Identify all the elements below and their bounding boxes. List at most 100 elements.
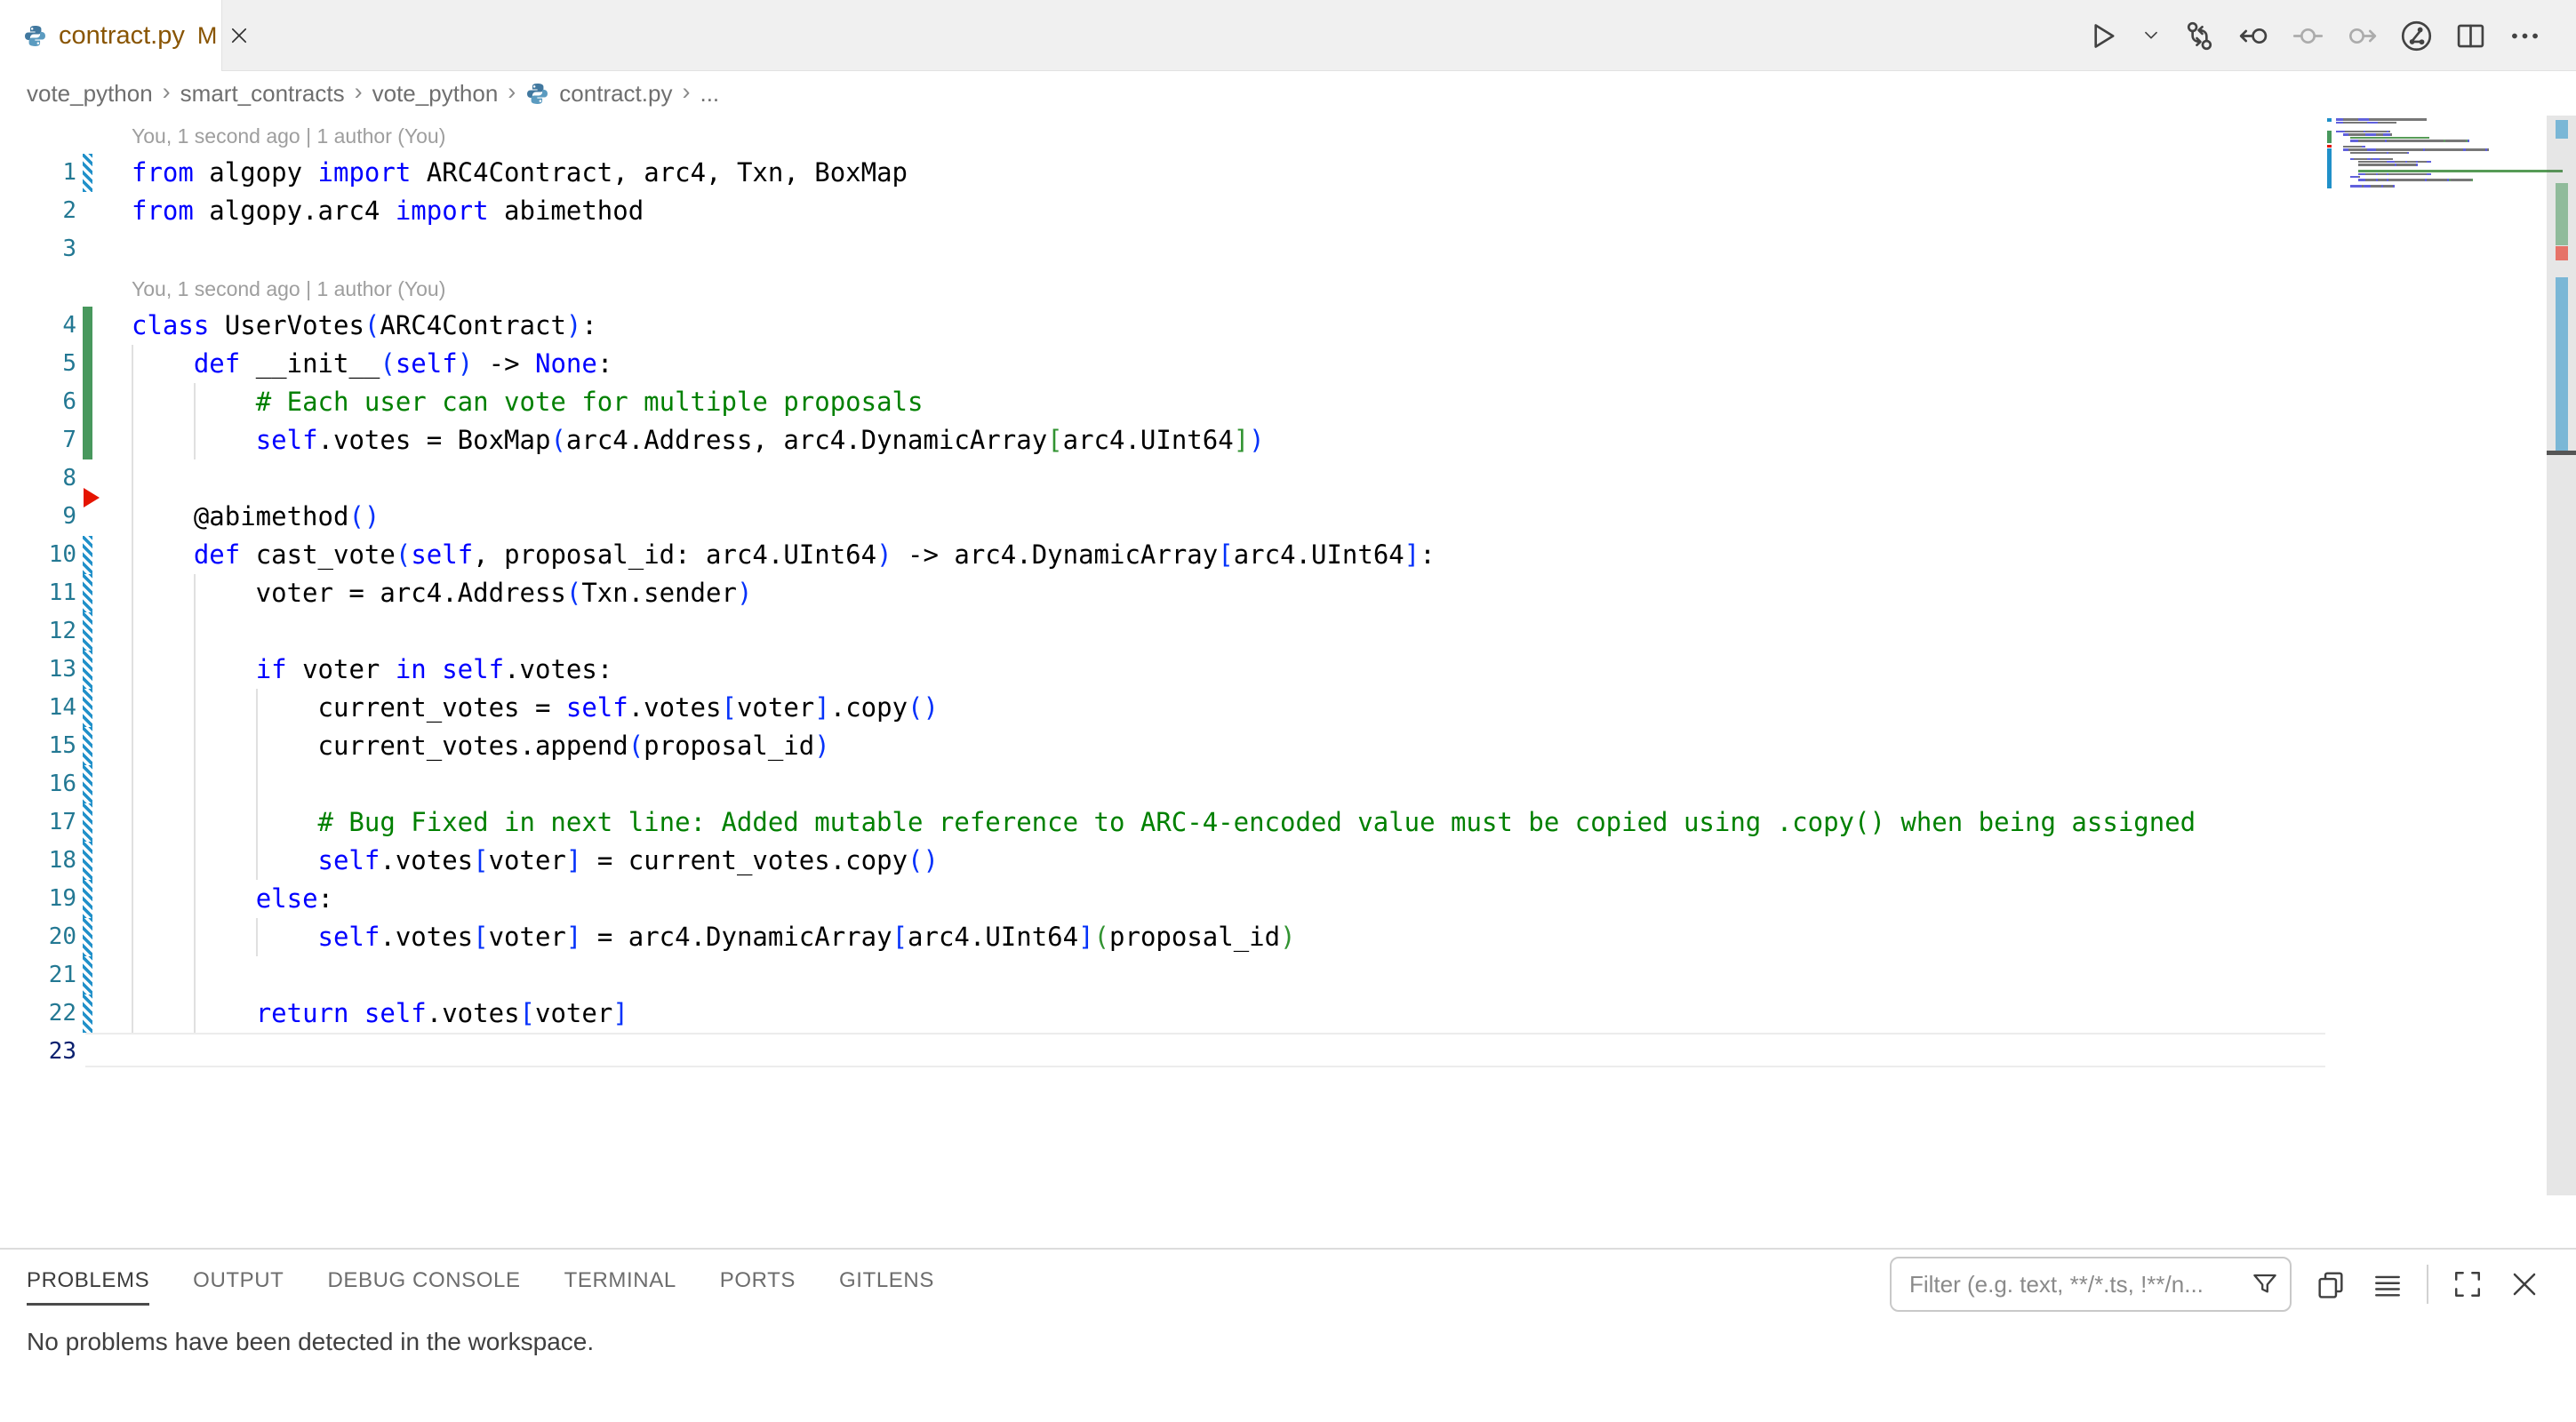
- line-number[interactable]: 17: [0, 803, 76, 842]
- line-number[interactable]: 7: [0, 421, 76, 459]
- git-blame-lens[interactable]: You, 1 second ago | 1 author (You): [132, 116, 445, 154]
- panel-tab-problems[interactable]: PROBLEMS: [27, 1268, 149, 1293]
- gutter-modified-indicator: [83, 727, 92, 765]
- more-actions-button[interactable]: [2507, 18, 2542, 53]
- line-number[interactable]: 22: [0, 995, 76, 1033]
- code-token: ]: [1078, 922, 1093, 952]
- minimap[interactable]: [2327, 116, 2546, 382]
- tab-contract-py[interactable]: contract.py M: [0, 0, 222, 71]
- code-token: ARC4Contract, arc4, Txn, BoxMap: [411, 157, 908, 188]
- breadcrumb-item[interactable]: ...: [700, 80, 719, 108]
- collapse-all-icon: [2372, 1269, 2403, 1299]
- panel-tab-debug-console[interactable]: DEBUG CONSOLE: [327, 1268, 520, 1293]
- code-area[interactable]: You, 1 second ago | 1 author (You) 1 from …: [0, 116, 2327, 1071]
- panel-tab-ports[interactable]: PORTS: [720, 1268, 796, 1293]
- code-line[interactable]: class UserVotes(ARC4Contract):: [132, 307, 597, 345]
- line-number[interactable]: 20: [0, 918, 76, 956]
- line-number[interactable]: 3: [0, 230, 76, 268]
- panel-tab-gitlens[interactable]: GITLENS: [839, 1268, 934, 1293]
- code-token: ): [814, 731, 829, 761]
- code-line[interactable]: self.votes = BoxMap(arc4.Address, arc4.D…: [132, 421, 1265, 459]
- commit-graph-button[interactable]: [2398, 18, 2434, 53]
- code-line[interactable]: def __init__(self) -> None:: [132, 345, 612, 383]
- line-number[interactable]: 19: [0, 880, 76, 918]
- close-panel-button[interactable]: [2507, 1266, 2542, 1302]
- compare-changes-button[interactable]: [2181, 18, 2217, 53]
- code-line[interactable]: if voter in self.votes:: [132, 651, 612, 689]
- code-token: (): [348, 501, 380, 531]
- line-number[interactable]: 13: [0, 651, 76, 689]
- line-number[interactable]: 14: [0, 689, 76, 727]
- overview-ruler-modified-mark: [2556, 277, 2568, 451]
- line-number[interactable]: 10: [0, 536, 76, 574]
- code-line[interactable]: from algopy.arc4 import abimethod: [132, 192, 644, 230]
- problems-filter-input[interactable]: [1908, 1270, 2251, 1299]
- code-token: self: [396, 348, 458, 379]
- line-number[interactable]: 16: [0, 765, 76, 803]
- breadcrumb-item[interactable]: contract.py: [559, 80, 672, 108]
- code-token: ]: [566, 845, 581, 875]
- code-token: (: [566, 578, 581, 608]
- code-line[interactable]: # Each user can vote for multiple propos…: [132, 383, 923, 421]
- code-line[interactable]: current_votes = self.votes[voter].copy(): [132, 689, 939, 727]
- line-number[interactable]: 21: [0, 956, 76, 995]
- code-line[interactable]: current_votes.append(proposal_id): [132, 727, 830, 765]
- code-line[interactable]: return self.votes[voter]: [132, 995, 628, 1033]
- line-number[interactable]: 23: [0, 1033, 76, 1071]
- run-dropdown-button[interactable]: [2140, 18, 2163, 53]
- line-number[interactable]: 5: [0, 345, 76, 383]
- filter-icon[interactable]: [2251, 1270, 2279, 1298]
- goto-previous-change-icon: [2237, 20, 2270, 52]
- code-token: None: [535, 348, 597, 379]
- code-token: self: [364, 998, 427, 1028]
- close-tab-button[interactable]: [228, 22, 250, 49]
- breadcrumb-item[interactable]: smart_contracts: [180, 80, 345, 108]
- code-line-row: 16: [0, 765, 2327, 803]
- code-token: ]: [566, 922, 581, 952]
- breadcrumb-item[interactable]: vote_python: [27, 80, 153, 108]
- line-number[interactable]: 15: [0, 727, 76, 765]
- collapse-all-button[interactable]: [2370, 1266, 2405, 1302]
- code-token: -> arc4.DynamicArray: [892, 539, 1219, 570]
- line-number[interactable]: 6: [0, 383, 76, 421]
- code-line[interactable]: def cast_vote(self, proposal_id: arc4.UI…: [132, 536, 1436, 574]
- line-number[interactable]: 2: [0, 192, 76, 230]
- code-line[interactable]: self.votes[voter] = arc4.DynamicArray[ar…: [132, 918, 1296, 956]
- view-as-table-button[interactable]: [2313, 1266, 2348, 1302]
- code-token: arc4.UInt64: [908, 922, 1078, 952]
- breadcrumb-item[interactable]: vote_python: [372, 80, 499, 108]
- gutter-added-indicator: [83, 307, 92, 345]
- next-change-button: [2344, 18, 2380, 53]
- line-number[interactable]: 18: [0, 842, 76, 880]
- code-line[interactable]: @abimethod(): [132, 498, 380, 536]
- minimap-line: [2343, 146, 2365, 148]
- funnel-icon: [2251, 1270, 2279, 1298]
- code-token: (: [380, 348, 395, 379]
- code-line[interactable]: from algopy import ARC4Contract, arc4, T…: [132, 154, 908, 192]
- line-number[interactable]: 4: [0, 307, 76, 345]
- code-token: UserVotes: [209, 310, 364, 340]
- scrollbar[interactable]: [2547, 116, 2576, 1248]
- code-line-row: 17 # Bug Fixed in next line: Added mutab…: [0, 803, 2327, 842]
- line-number[interactable]: 9: [0, 498, 76, 536]
- code-line[interactable]: voter = arc4.Address(Txn.sender): [132, 574, 752, 612]
- line-number[interactable]: 8: [0, 459, 76, 498]
- panel-tab-output[interactable]: OUTPUT: [193, 1268, 284, 1293]
- code-line[interactable]: # Bug Fixed in next line: Added mutable …: [132, 803, 2196, 842]
- minimap-line: [2336, 131, 2390, 132]
- goto-previous-change-button[interactable]: [2236, 18, 2271, 53]
- breadcrumb: vote_python›smart_contracts›vote_python›…: [0, 71, 2576, 116]
- maximize-panel-button[interactable]: [2450, 1266, 2485, 1302]
- code-line[interactable]: else:: [132, 880, 333, 918]
- split-editor-button[interactable]: [2452, 18, 2488, 53]
- code-editor[interactable]: You, 1 second ago | 1 author (You) 1 from …: [0, 116, 2576, 1248]
- line-number[interactable]: 12: [0, 612, 76, 651]
- line-number[interactable]: 1: [0, 154, 76, 192]
- git-blame-lens[interactable]: You, 1 second ago | 1 author (You): [132, 268, 445, 307]
- code-line[interactable]: self.votes[voter] = current_votes.copy(): [132, 842, 939, 880]
- code-token: :: [1420, 539, 1435, 570]
- run-button[interactable]: [2085, 18, 2121, 53]
- panel-tab-terminal[interactable]: TERMINAL: [564, 1268, 676, 1293]
- code-line-row: 5 def __init__(self) -> None:: [0, 345, 2327, 383]
- line-number[interactable]: 11: [0, 574, 76, 612]
